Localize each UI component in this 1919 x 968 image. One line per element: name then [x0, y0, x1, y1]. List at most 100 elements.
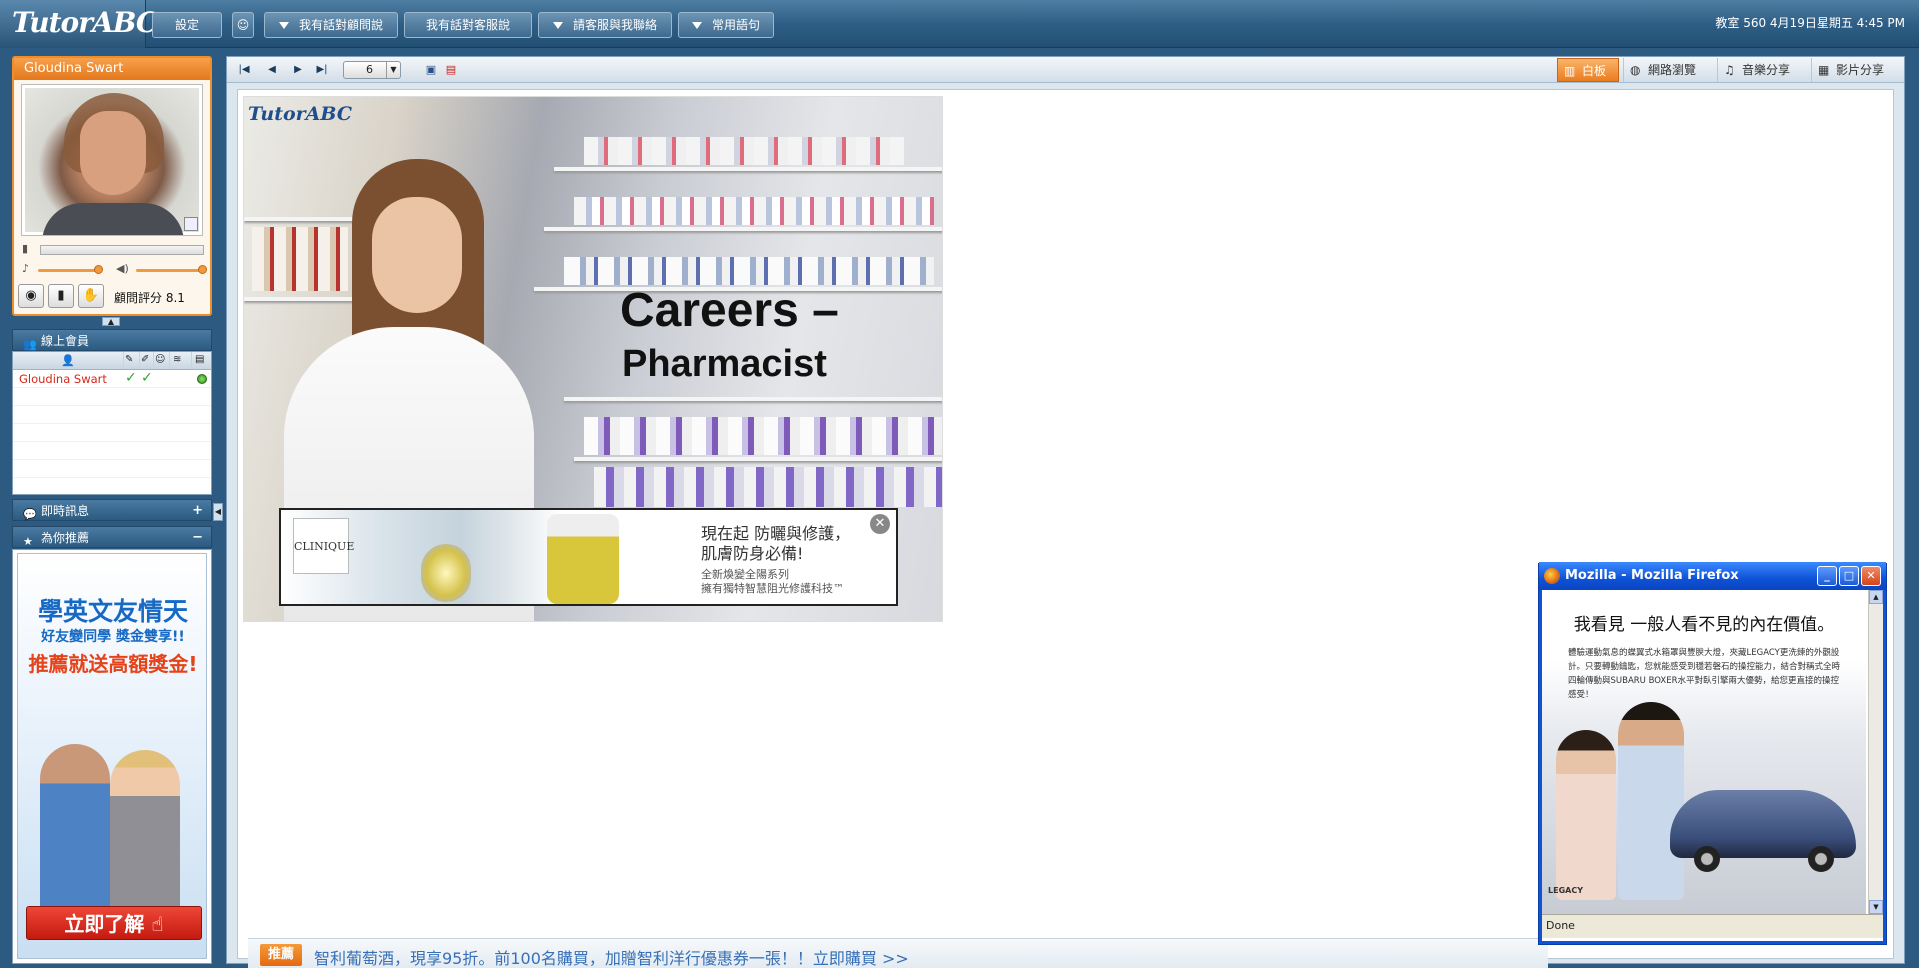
mic-volume-knob[interactable] — [94, 265, 103, 274]
ad-woman-figure — [1556, 730, 1616, 900]
slide-title: Careers – — [620, 284, 839, 337]
page-select[interactable]: 6 ▼ — [343, 61, 401, 79]
music-icon: ♫ — [1724, 63, 1735, 77]
browser-status-bar: Done — [1542, 914, 1883, 938]
online-status-icon — [197, 374, 207, 384]
popup-ad-content[interactable]: 我看見 一般人看不見的內在價值。 體驗運動氣息的蝶翼式水箱罩與豐腴大燈，夾藏LE… — [1542, 590, 1866, 914]
tab-music-share-label: 音樂分享 — [1742, 63, 1791, 77]
microphone-icon[interactable]: ▮ — [48, 284, 74, 308]
talk-consultant-label: 我有話對顧問說 — [298, 18, 383, 32]
speaker-volume-track[interactable] — [136, 269, 204, 272]
ad-subtext: 全新煥變全陽系列 擁有獨特智慧阻光修護科技™ — [701, 568, 844, 596]
pen-column-icon: ✐ — [141, 354, 150, 365]
collapse-icon[interactable]: − — [192, 527, 203, 549]
close-icon[interactable]: ✕ — [870, 514, 890, 534]
shelf — [554, 167, 942, 171]
tab-music-share[interactable]: ♫ 音樂分享 — [1717, 58, 1809, 82]
ad-headline-line1: 現在起 防曬與修護， — [701, 524, 851, 543]
scroll-up-icon[interactable]: ▲ — [1869, 590, 1883, 604]
settings-button[interactable]: 設定 — [152, 12, 222, 38]
column-divider — [153, 352, 154, 369]
camera-icon[interactable]: ◉ — [18, 284, 44, 308]
brand-logo: LEGACY — [1548, 886, 1583, 895]
video-resize-icon[interactable] — [184, 217, 198, 231]
dropdown-arrow-icon — [278, 22, 289, 29]
ad-headline: 學英文友情天 — [37, 597, 188, 626]
popup-ad-heading: 我看見 一般人看不見的內在價值。 — [1573, 615, 1835, 635]
talk-consultant-dropdown[interactable]: 我有話對顧問說 — [264, 12, 398, 38]
recommend-header[interactable]: ★ 為你推薦 − — [12, 526, 212, 548]
minimize-icon[interactable]: _ — [1817, 566, 1837, 586]
tab-web-browse[interactable]: ◍ 網路瀏覽 — [1623, 58, 1715, 82]
dropdown-arrow-icon — [691, 22, 702, 29]
teacher-name: Gloudina Swart — [14, 58, 210, 80]
first-page-icon[interactable]: |◀ — [235, 62, 253, 78]
dropdown-arrow-icon — [552, 22, 563, 29]
recommend-panel: 學英文友情天 好友變同學 獎金雙享!! 推薦就送高額獎金! 立即了解 ☝ — [12, 549, 212, 964]
shelf-products — [252, 227, 348, 291]
collapse-up-icon[interactable]: ▲ — [102, 317, 120, 326]
tab-whiteboard[interactable]: ▥ 白板 — [1557, 58, 1619, 82]
popup-scrollbar[interactable]: ▲ ▼ — [1868, 590, 1883, 914]
tab-video-share[interactable]: ▦ 影片分享 — [1811, 58, 1903, 82]
referral-ad[interactable]: 學英文友情天 好友變同學 獎金雙享!! 推薦就送高額獎金! 立即了解 ☝ — [17, 553, 207, 959]
learn-more-button[interactable]: 立即了解 ☝ — [26, 906, 202, 940]
clinique-ad-overlay[interactable]: CLINIQUE 現在起 防曬與修護， 肌膚防身必備! 全新煥變全陽系列 擁有獨… — [279, 508, 898, 606]
smiley-icon[interactable]: ☺ — [232, 12, 254, 38]
talk-service-button[interactable]: 我有話對客服說 — [404, 12, 532, 38]
instant-message-header[interactable]: 💬 即時訊息 + — [12, 499, 212, 521]
shelf-products — [564, 257, 934, 285]
column-divider — [123, 352, 124, 369]
shelf-products — [574, 197, 934, 225]
collapse-left-icon[interactable]: ◀ — [213, 503, 223, 521]
column-divider — [169, 352, 170, 369]
chat-icon: 💬 — [23, 508, 37, 521]
maximize-icon[interactable]: □ — [1839, 566, 1859, 586]
expand-icon[interactable]: + — [192, 500, 203, 522]
mic-small-icon: ♪ — [22, 262, 30, 275]
slide-logo: TutorABC — [248, 103, 352, 125]
firefox-title-bar[interactable]: Mozilla - Mozilla Firefox _ □ ✕ — [1539, 562, 1886, 590]
teacher-controls: ◉ ▮ ✋ 顧問評分 8.1 — [18, 284, 208, 310]
car-wheel — [1808, 846, 1834, 872]
last-page-icon[interactable]: ▶| — [313, 62, 331, 78]
ad-bottle — [421, 544, 471, 602]
slide-toolbar: |◀ ◀ ▶ ▶| 6 ▼ ▣ ▤ ▥ 白板 ◍ 網路瀏覽 ♫ 音樂分享 ▦ 影… — [227, 57, 1904, 83]
member-row[interactable]: Gloudina Swart ✓ ✓ — [13, 370, 211, 388]
teacher-video — [21, 84, 203, 236]
save-icon[interactable]: ▣ — [423, 62, 439, 78]
audio-level-row: ▮ — [20, 242, 206, 258]
promo-bar[interactable]: 推薦 智利葡萄酒，現享95折。前100名購買，加贈智利洋行優惠券一張！！立即購買… — [248, 938, 1548, 968]
promo-link[interactable]: 智利葡萄酒，現享95折。前100名購買，加贈智利洋行優惠券一張！！立即購買 >> — [314, 945, 909, 968]
ad-headline: 現在起 防曬與修護， 肌膚防身必備! — [701, 524, 850, 564]
pdf-icon[interactable]: ▤ — [443, 62, 459, 78]
member-row-empty — [13, 442, 211, 460]
rating-value: 8.1 — [165, 291, 185, 305]
speaker-volume-knob[interactable] — [198, 265, 207, 274]
next-page-icon[interactable]: ▶ — [289, 62, 307, 78]
column-divider — [191, 352, 192, 369]
app-logo: TutorABC — [0, 0, 158, 48]
shelf — [244, 217, 354, 221]
check-icon: ✓ — [141, 370, 153, 386]
prev-page-icon[interactable]: ◀ — [263, 62, 281, 78]
hands-icon[interactable]: ✋ — [78, 284, 104, 308]
firefox-popup-window[interactable]: Mozilla - Mozilla Firefox _ □ ✕ 我看見 一般人看… — [1539, 562, 1886, 944]
phrases-dropdown[interactable]: 常用語句 — [678, 12, 774, 38]
check-icon: ✓ — [125, 370, 137, 386]
tab-web-browse-label: 網路瀏覽 — [1648, 63, 1697, 77]
close-icon[interactable]: ✕ — [1861, 566, 1881, 586]
firefox-logo-icon — [1544, 568, 1560, 584]
member-name: Gloudina Swart — [19, 372, 107, 386]
contact-me-dropdown[interactable]: 請客服與我聯絡 — [538, 12, 672, 38]
mic-volume-track[interactable] — [38, 269, 100, 272]
member-row-empty — [13, 388, 211, 406]
clinique-logo: CLINIQUE — [293, 518, 354, 574]
whiteboard-icon: ▥ — [1564, 64, 1576, 78]
slide-subtitle: Pharmacist — [622, 343, 827, 385]
ad-bottle — [547, 514, 619, 604]
speaker-icon: ◀) — [116, 262, 129, 275]
popup-ad-body: 體驗運動氣息的蝶翼式水箱罩與豐腴大燈，夾藏LEGACY更洗鍊的外觀設計。只要轉動… — [1568, 648, 1841, 700]
shelf-products — [594, 467, 942, 507]
scroll-down-icon[interactable]: ▼ — [1869, 900, 1883, 914]
